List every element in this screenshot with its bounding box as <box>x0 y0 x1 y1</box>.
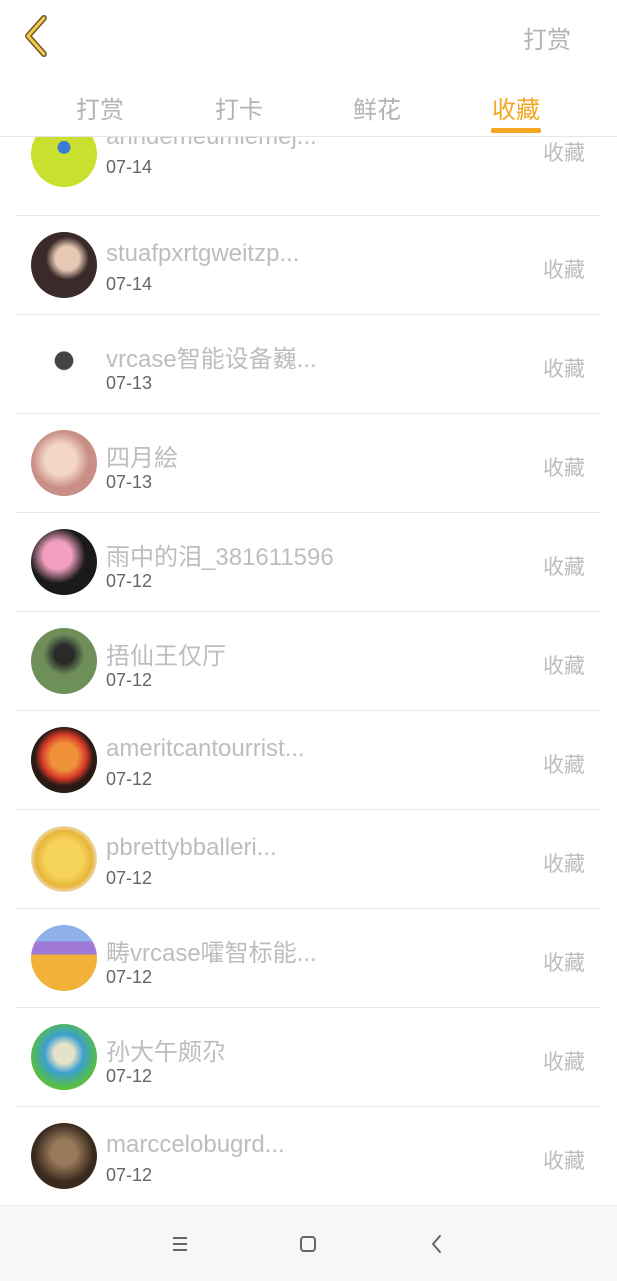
list-item[interactable]: anndemeumlemej... 07-14 收藏 <box>16 137 601 216</box>
status-label: 收藏 <box>543 358 585 381</box>
back-arrow-icon <box>432 1235 441 1253</box>
avatar <box>31 529 97 595</box>
date-text: 07-12 <box>106 967 153 987</box>
user-name: ameritcantourrist... <box>106 735 305 762</box>
avatar <box>31 1123 97 1189</box>
list-item[interactable]: 雨中的泪_381611596 07-12 收藏 <box>16 513 601 612</box>
reward-action-button[interactable]: 打赏 <box>523 20 571 55</box>
tab-checkin[interactable]: 打卡 <box>199 90 279 125</box>
status-label: 收藏 <box>543 1150 585 1173</box>
user-name: marccelobugrd... <box>106 1131 285 1158</box>
status-label: 收藏 <box>543 259 585 282</box>
date-text: 07-13 <box>106 472 153 492</box>
list-item[interactable]: stuafpxrtgweitzp... 07-14 收藏 <box>16 216 601 315</box>
date-text: 07-14 <box>106 157 153 177</box>
user-name: vrcase智能设备巍... <box>106 346 317 373</box>
list-item[interactable]: 捂仙王仅厅 07-12 收藏 <box>16 612 601 711</box>
date-text: 07-14 <box>106 274 153 294</box>
date-text: 07-12 <box>106 670 153 690</box>
status-label: 收藏 <box>543 556 585 579</box>
status-label: 收藏 <box>543 1051 585 1074</box>
status-label: 收藏 <box>543 853 585 876</box>
status-label: 收藏 <box>543 142 585 165</box>
avatar <box>31 1024 97 1090</box>
status-label: 收藏 <box>543 457 585 480</box>
avatar <box>31 430 97 496</box>
avatar <box>31 232 97 298</box>
avatar <box>31 137 97 187</box>
user-name: 四月絵 <box>106 445 178 472</box>
favorites-list[interactable]: anndemeumlemej... 07-14 收藏 stuafpxrtgwei… <box>0 137 617 1205</box>
date-text: 07-12 <box>106 571 153 591</box>
chevron-left-icon <box>25 15 47 57</box>
date-text: 07-12 <box>106 1165 153 1185</box>
user-name: 孙大午颇尕 <box>106 1039 226 1066</box>
user-name: 雨中的泪_381611596 <box>106 544 334 571</box>
system-nav-bar <box>0 1205 617 1281</box>
list-item[interactable]: pbrettybballeri... 07-12 收藏 <box>16 810 601 909</box>
list-item[interactable]: 畴vrcase嚯智标能... 07-12 收藏 <box>16 909 601 1008</box>
status-label: 收藏 <box>543 754 585 777</box>
system-back-button[interactable] <box>416 1226 456 1262</box>
list-item[interactable]: 四月絵 07-13 收藏 <box>16 414 601 513</box>
list-item[interactable]: vrcase智能设备巍... 07-13 收藏 <box>16 315 601 414</box>
list-item[interactable]: 孙大午颇尕 07-12 收藏 <box>16 1008 601 1107</box>
list-item[interactable]: ameritcantourrist... 07-12 收藏 <box>16 711 601 810</box>
date-text: 07-12 <box>106 1066 153 1086</box>
active-tab-indicator <box>491 128 541 133</box>
avatar <box>31 925 97 991</box>
top-bar: 打赏 <box>0 0 617 72</box>
date-text: 07-12 <box>106 868 153 888</box>
date-text: 07-12 <box>106 769 153 789</box>
menu-button[interactable] <box>160 1226 200 1262</box>
status-label: 收藏 <box>543 655 585 678</box>
status-label: 收藏 <box>543 952 585 975</box>
user-name: 捂仙王仅厅 <box>106 643 226 670</box>
user-name: pbrettybballeri... <box>106 834 277 861</box>
tab-reward[interactable]: 打赏 <box>60 90 140 125</box>
square-home-icon <box>300 1236 316 1252</box>
menu-icon <box>173 1237 187 1251</box>
back-button[interactable] <box>18 12 62 60</box>
avatar <box>31 826 97 892</box>
avatar <box>31 628 97 694</box>
tab-flowers[interactable]: 鲜花 <box>337 90 417 125</box>
tab-favorites[interactable]: 收藏 <box>476 90 556 125</box>
user-name: stuafpxrtgweitzp... <box>106 240 300 267</box>
home-button[interactable] <box>288 1226 328 1262</box>
user-name: anndemeumlemej... <box>106 137 317 151</box>
date-text: 07-13 <box>106 373 153 393</box>
avatar <box>31 727 97 793</box>
list-item[interactable]: marccelobugrd... 07-12 收藏 <box>16 1107 601 1205</box>
avatar <box>31 331 97 397</box>
user-name: 畴vrcase嚯智标能... <box>106 940 317 967</box>
